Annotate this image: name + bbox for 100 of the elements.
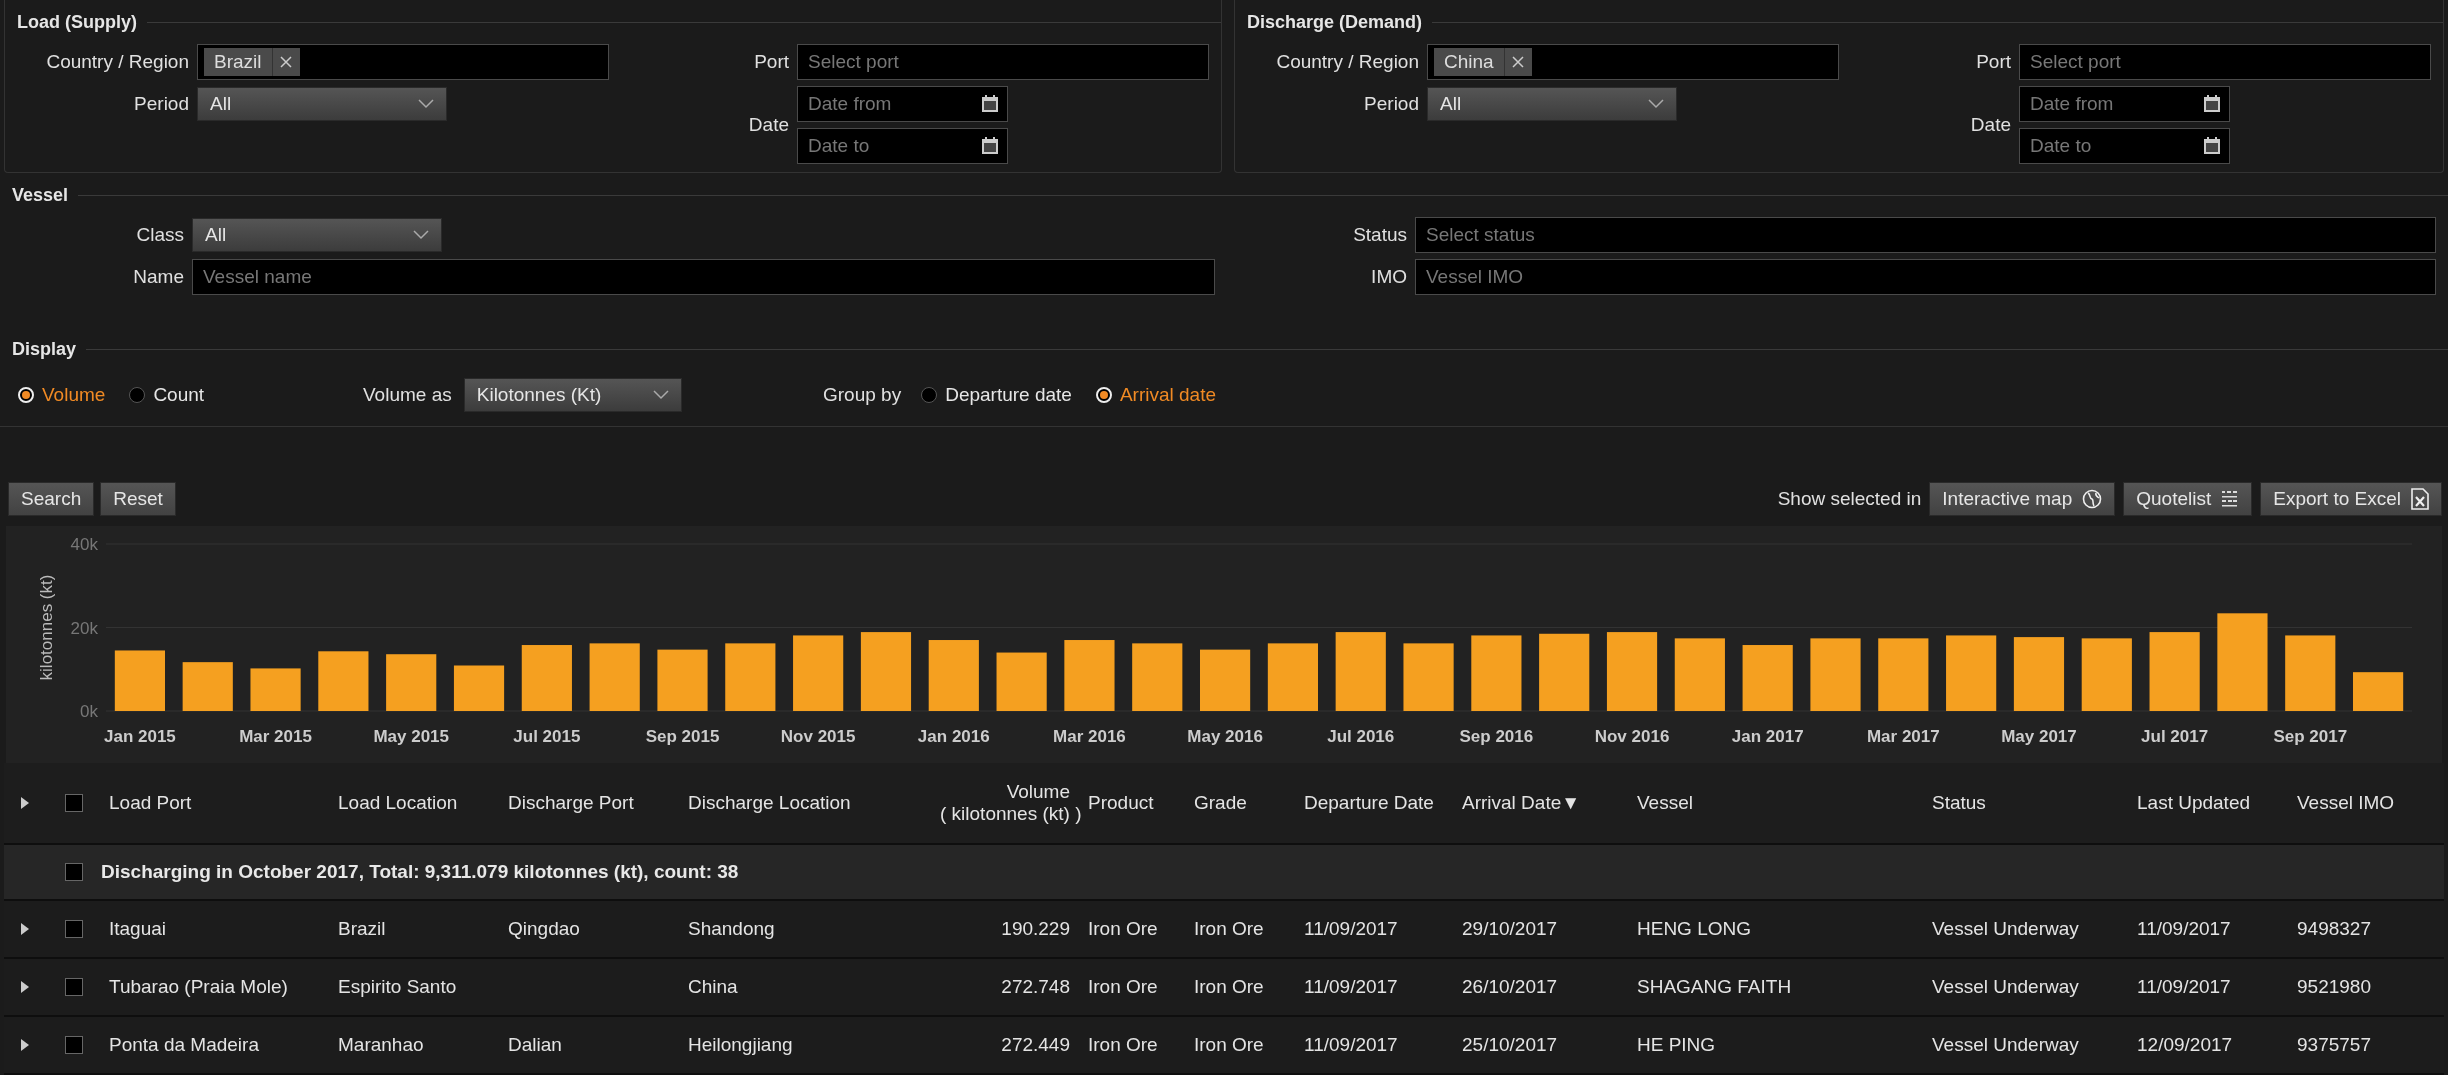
column-header[interactable]: Load Location [330,792,500,814]
axis-tick-label: Nov 2016 [1594,727,1670,746]
country-tag: China [1434,48,1504,76]
axis-tick-label: Nov 2015 [780,727,856,746]
table-cell-text: 11/09/2017 [1303,918,1399,940]
field-label: Port [754,51,789,73]
vessel-name-field[interactable]: Vessel name [192,259,1215,295]
export-button[interactable]: Interactive map [1929,482,2116,516]
field-label: Group by [823,383,902,406]
field-label: Volume as [363,383,452,406]
close-icon [280,56,292,68]
checkbox[interactable] [64,794,83,812]
action-button[interactable]: Search [8,482,95,516]
table-cell-text: Tubarao (Praia Mole) [108,976,289,998]
port-field[interactable]: Select port [2019,44,2431,80]
volume-unit-dropdown[interactable]: Kilotonnes (Kt) [463,377,682,412]
bar [1267,643,1318,711]
remove-tag-button[interactable] [1503,48,1532,76]
period-dropdown[interactable]: All [1427,87,1677,121]
bar [182,662,233,711]
axis-tick-label: Mar 2015 [239,727,312,746]
section-title: Display [12,339,77,360]
radio-label[interactable]: Count [153,383,205,406]
expand-icon[interactable] [20,1039,30,1051]
table-cell-text: Shandong [687,918,776,940]
calendar-icon[interactable] [980,136,1000,156]
imo-field[interactable]: Vessel IMO [1415,259,2436,295]
bar [453,665,505,711]
calendar-icon[interactable] [980,94,1000,114]
column-header[interactable]: Last Updated [2129,792,2289,814]
action-button[interactable]: Reset [100,482,176,516]
field-label: Period [134,93,189,115]
caret-icon [652,389,669,400]
radio-label[interactable]: Arrival date [1119,383,1216,406]
bar [521,645,572,711]
axis-tick-label: Jan 2017 [1731,727,1804,746]
date-from-field[interactable]: Date from [2019,86,2230,122]
column-header[interactable]: Load Port [101,792,330,814]
table-cell-text: 25/10/2017 [1461,1034,1559,1056]
radio-button[interactable] [921,386,938,403]
column-header[interactable]: Volume ( kilotonnes (kt) ) [930,781,1080,825]
column-header[interactable]: Grade [1186,792,1296,814]
axis-tick-label: Jul 2016 [1327,727,1395,746]
field-label: Date [748,114,789,136]
column-header[interactable]: Discharge Port [500,792,680,814]
axis-tick-label: Mar 2017 [1866,727,1940,746]
table-cell-text: Maranhao [337,1034,425,1056]
bar [1132,643,1183,711]
checkbox[interactable] [64,920,83,938]
period-dropdown[interactable]: All [197,87,447,121]
table-cell-text: Itaguai [108,918,168,940]
column-header[interactable]: Departure Date [1296,792,1454,814]
country-field[interactable]: China [1427,44,1839,80]
radio-label[interactable]: Departure date [945,383,1072,406]
bar [1064,640,1115,711]
calendar-icon[interactable] [2202,136,2222,156]
class-dropdown[interactable]: All [192,218,442,252]
expand-icon[interactable] [20,923,30,935]
table-cell-text: Espirito Santo [337,976,458,998]
expand-icon[interactable] [20,981,30,993]
table-cell-text: Iron Ore [1087,976,1159,998]
bar [386,654,437,711]
column-header[interactable]: Vessel [1629,792,1924,814]
axis-tick-label: Mar 2016 [1053,727,1126,746]
excel-icon [2411,488,2429,510]
table-cell-text: Iron Ore [1193,918,1265,940]
checkbox[interactable] [64,1036,83,1054]
checkbox[interactable] [64,863,83,881]
column-header[interactable]: Vessel IMO [2289,792,2444,814]
port-field[interactable]: Select port [797,44,1209,80]
table-cell-text: Brazil [337,918,387,940]
date-from-field[interactable]: Date from [797,86,1008,122]
export-button[interactable]: Quotelist [2123,482,2253,516]
bar [1742,645,1793,711]
date-to-field[interactable]: Date to [2019,128,2230,164]
country-field[interactable]: Brazil [197,44,609,80]
remove-tag-button[interactable] [271,48,300,76]
radio-button[interactable] [129,386,146,403]
table-cell-text: 29/10/2017 [1461,918,1559,940]
axis-tick-label: 20k [70,618,98,638]
quotelist-icon [2221,489,2240,509]
axis-label: kilotonnes (kt) [37,574,56,681]
status-field[interactable]: Select status [1415,217,2436,253]
field-label: Status [1353,224,1407,246]
field-label: IMO [1371,266,1407,288]
calendar-icon[interactable] [2202,94,2222,114]
column-header[interactable]: Discharge Location [680,792,930,814]
table-cell-text: 190.229 [1000,918,1071,940]
date-to-field[interactable]: Date to [797,128,1008,164]
column-header[interactable]: Product [1080,792,1186,814]
checkbox[interactable] [64,978,83,996]
axis-tick-label: Sep 2015 [645,727,720,746]
bar [928,640,979,711]
column-header[interactable]: Arrival Date▼ [1454,792,1629,814]
table-cell-text: Vessel Underway [1931,1034,2080,1056]
column-header[interactable]: Status [1924,792,2129,814]
expand-icon[interactable] [20,797,30,809]
radio-label[interactable]: Volume [42,383,106,406]
export-button[interactable]: Export to Excel [2260,482,2442,516]
axis-tick-label: May 2016 [1187,727,1263,746]
